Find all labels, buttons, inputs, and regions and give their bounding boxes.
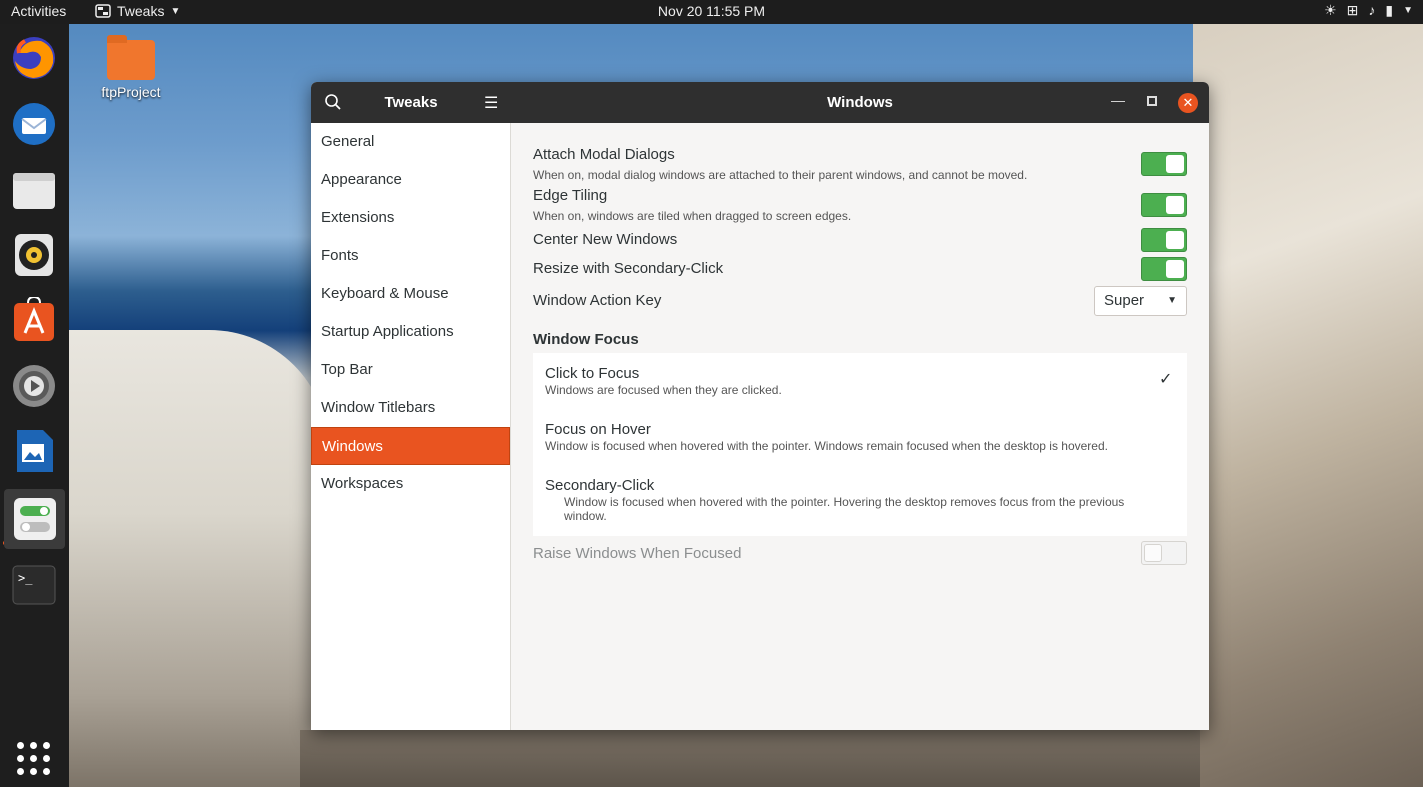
files-icon[interactable] xyxy=(10,166,58,214)
clock[interactable]: Nov 20 11:55 PM xyxy=(0,3,1423,19)
settings-panel: Attach Modal Dialogs When on, modal dial… xyxy=(511,123,1209,730)
focus-option-focus-on-hover[interactable]: Focus on Hover Window is focused when ho… xyxy=(545,421,1108,453)
sidebar-item-window-titlebars[interactable]: Window Titlebars xyxy=(311,389,510,427)
checkmark-icon: ✓ xyxy=(1159,371,1173,388)
sidebar-item-workspaces[interactable]: Workspaces xyxy=(311,465,510,503)
resize-secondary-click-toggle[interactable] xyxy=(1141,257,1187,281)
maximize-button[interactable] xyxy=(1147,96,1157,106)
attach-modal-description: When on, modal dialog windows are attach… xyxy=(533,168,1028,182)
window-focus-heading: Window Focus xyxy=(533,331,639,348)
sidebar-item-keyboard-mouse[interactable]: Keyboard & Mouse xyxy=(311,275,510,313)
chevron-down-icon: ▼ xyxy=(1403,5,1413,16)
window-action-key-dropdown[interactable]: Super ▼ xyxy=(1094,286,1187,316)
rhythmbox-icon[interactable] xyxy=(10,231,58,279)
volume-icon: ♪ xyxy=(1368,2,1376,18)
window-action-key-label: Window Action Key xyxy=(533,292,662,309)
edge-tiling-label: Edge Tiling xyxy=(533,187,608,204)
attach-modal-label: Attach Modal Dialogs xyxy=(533,146,675,163)
svg-text:>_: >_ xyxy=(18,571,33,585)
attach-modal-toggle[interactable] xyxy=(1141,152,1187,176)
app-title: Tweaks xyxy=(384,94,438,111)
edge-tiling-description: When on, windows are tiled when dragged … xyxy=(533,209,852,223)
chevron-down-icon: ▼ xyxy=(1167,295,1177,306)
sidebar-item-fonts[interactable]: Fonts xyxy=(311,237,510,275)
network-icon: ⊞ xyxy=(1346,2,1359,18)
dock: >_ xyxy=(0,24,69,787)
terminal-icon[interactable]: >_ xyxy=(10,561,58,609)
software-icon[interactable] xyxy=(10,296,58,344)
sidebar-item-extensions[interactable]: Extensions xyxy=(311,199,510,237)
header-bar: Tweaks ☰ Windows — ✕ xyxy=(311,82,1209,123)
wallpaper-rock-left xyxy=(69,330,329,787)
folder-icon xyxy=(107,35,155,80)
desktop-folder-label: ftpProject xyxy=(101,84,161,100)
sidebar: General Appearance Extensions Fonts Keyb… xyxy=(311,123,511,730)
minimize-button[interactable]: — xyxy=(1111,92,1125,108)
tweaks-window: Tweaks ☰ Windows — ✕ General Appearance … xyxy=(311,82,1209,730)
hamburger-menu-icon[interactable]: ☰ xyxy=(484,93,498,113)
center-new-windows-label: Center New Windows xyxy=(533,231,678,248)
close-button[interactable]: ✕ xyxy=(1178,93,1198,113)
settings-icon[interactable] xyxy=(10,362,58,410)
sidebar-item-top-bar[interactable]: Top Bar xyxy=(311,351,510,389)
wallpaper-rock-right xyxy=(1193,24,1423,787)
center-new-windows-toggle[interactable] xyxy=(1141,228,1187,252)
firefox-icon[interactable] xyxy=(10,34,58,82)
system-tray[interactable]: ☀ ⊞ ♪ ▮ ▼ xyxy=(1324,2,1413,19)
apps-grid-icon[interactable] xyxy=(17,742,51,776)
sidebar-item-startup-applications[interactable]: Startup Applications xyxy=(311,313,510,351)
sidebar-item-general[interactable]: General xyxy=(311,123,510,161)
top-bar: Activities Tweaks ▼ Nov 20 11:55 PM ☀ ⊞ … xyxy=(0,0,1423,24)
raise-windows-label: Raise Windows When Focused xyxy=(533,545,742,562)
focus-option-click-to-focus[interactable]: Click to Focus Windows are focused when … xyxy=(545,365,782,397)
tweaks-icon[interactable] xyxy=(4,489,65,549)
resize-secondary-click-label: Resize with Secondary-Click xyxy=(533,260,724,277)
focus-option-secondary-click[interactable]: Secondary-Click Window is focused when h… xyxy=(545,477,1165,523)
edge-tiling-toggle[interactable] xyxy=(1141,193,1187,217)
desktop-folder-ftpproject[interactable]: ftpProject xyxy=(95,35,167,100)
brightness-icon: ☀ xyxy=(1324,2,1337,18)
sidebar-item-windows[interactable]: Windows xyxy=(311,427,510,465)
libreoffice-writer-icon[interactable] xyxy=(10,427,58,475)
window-title: Windows xyxy=(827,94,893,111)
raise-windows-toggle[interactable] xyxy=(1141,541,1187,565)
battery-icon: ▮ xyxy=(1385,2,1394,18)
window-action-key-value: Super xyxy=(1104,292,1145,309)
thunderbird-icon[interactable] xyxy=(10,100,58,148)
sidebar-item-appearance[interactable]: Appearance xyxy=(311,161,510,199)
window-focus-list: Click to Focus Windows are focused when … xyxy=(533,353,1187,536)
wallpaper-rock-bottom xyxy=(300,730,1200,787)
